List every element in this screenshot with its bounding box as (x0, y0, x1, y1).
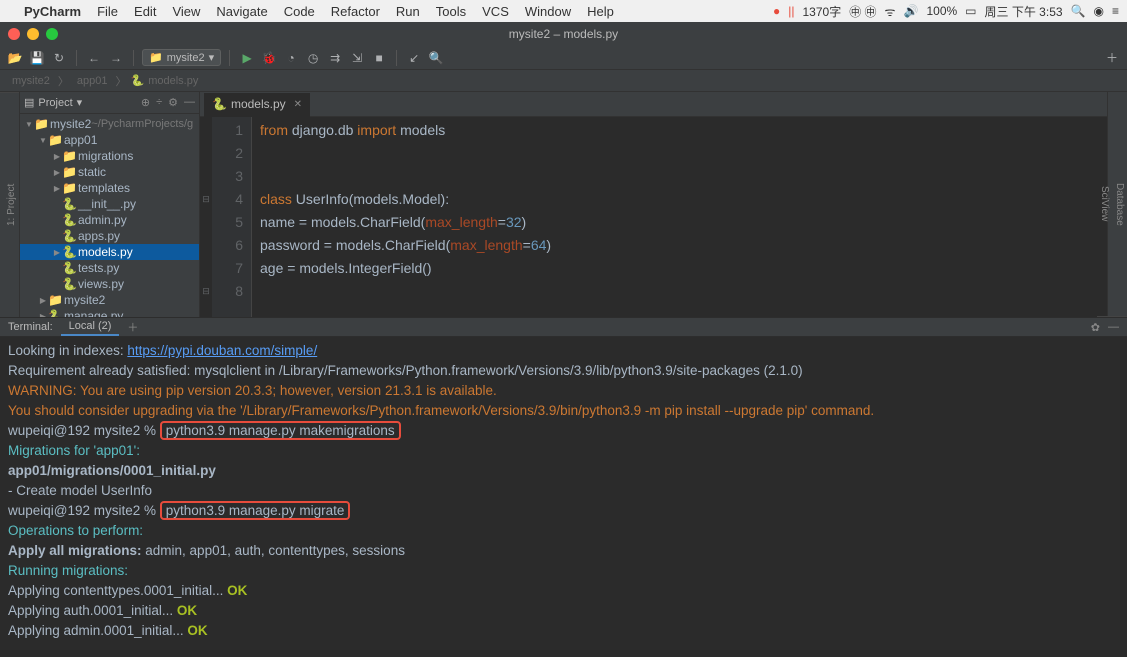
tree-item-managepy[interactable]: ▶🐍manage.py (20, 308, 199, 317)
tree-item-static[interactable]: ▶📁static (20, 164, 199, 180)
terminal-tab[interactable]: Local (2) (61, 318, 120, 336)
menu-edit[interactable]: Edit (134, 4, 156, 19)
run-icon[interactable]: ▶ (238, 49, 256, 67)
app-name[interactable]: PyCharm (24, 4, 81, 19)
window-titlebar: mysite2 – models.py (0, 22, 1127, 46)
project-sidebar: ▤Project ▾ ⊕ ÷ ⚙ — ▼📁mysite2 ~/PycharmPr… (20, 92, 200, 317)
breadcrumb-file[interactable]: models.py (148, 75, 198, 87)
project-tool-tab[interactable]: 1: Project (4, 92, 19, 317)
breadcrumb: mysite2〉 app01〉 🐍 models.py (0, 70, 1127, 92)
minimize-icon[interactable] (27, 28, 39, 40)
new-terminal-icon[interactable]: ＋ (127, 319, 138, 335)
menu-tools[interactable]: Tools (436, 4, 466, 19)
tree-item-viewspy[interactable]: 🐍views.py (20, 276, 199, 292)
close-tab-icon[interactable]: ✕ (294, 99, 302, 110)
code-area[interactable]: from django.db import models class UserI… (252, 117, 551, 317)
volume-icon[interactable]: 🔊 (904, 4, 919, 18)
cursor-icon (350, 503, 358, 519)
tab-models[interactable]: 🐍 models.py✕ (204, 93, 310, 117)
wifi-icon[interactable]: ᯤ (885, 3, 896, 20)
menu-window[interactable]: Window (525, 4, 571, 19)
tree-item-testspy[interactable]: 🐍tests.py (20, 260, 199, 276)
search-anywhere-icon[interactable]: 🔍 (427, 49, 445, 67)
hide-icon[interactable]: — (184, 96, 195, 109)
gear-icon[interactable]: ⚙ (168, 96, 178, 109)
collapse-icon[interactable]: ÷ (156, 96, 162, 109)
open-icon[interactable]: 📂 (6, 49, 24, 67)
status-ime-icon[interactable]: ㊥ ㊥ (849, 3, 876, 20)
editor-tabs: 🐍 models.py✕ (200, 92, 1107, 117)
run-config-selector[interactable]: 📁 mysite2 ▾ (142, 49, 221, 66)
menu-file[interactable]: File (97, 4, 118, 19)
window-title: mysite2 – models.py (509, 27, 618, 41)
breadcrumb-root[interactable]: mysite2 (12, 75, 50, 87)
tree-item-adminpy[interactable]: 🐍admin.py (20, 212, 199, 228)
line-gutter: 12345678 (212, 117, 252, 317)
zoom-icon[interactable] (46, 28, 58, 40)
forward-icon[interactable]: → (107, 49, 125, 67)
highlight-migrate: python3.9 manage.py migrate (160, 501, 351, 520)
pypi-link[interactable]: https://pypi.douban.com/simple/ (127, 343, 317, 358)
save-icon[interactable]: 💾 (28, 49, 46, 67)
menu-refactor[interactable]: Refactor (331, 4, 380, 19)
breadcrumb-folder[interactable]: app01 (77, 75, 108, 87)
plus-icon[interactable]: ＋ (1103, 49, 1121, 67)
left-tool-gutter: 1: Project 7: Structure (0, 92, 20, 317)
right-tool-gutter: Database SciView (1107, 92, 1127, 317)
tree-item-appspy[interactable]: 🐍apps.py (20, 228, 199, 244)
terminal-header: Terminal: Local (2) ＋ ✿ — (0, 317, 1127, 337)
terminal-gear-icon[interactable]: ✿ (1091, 321, 1100, 334)
concurrency-icon[interactable]: ⇉ (326, 49, 344, 67)
structure-tool-tab[interactable]: 7: Structure (0, 92, 4, 317)
close-icon[interactable] (8, 28, 20, 40)
macos-menubar: PyCharm File Edit View Navigate Code Ref… (0, 0, 1127, 22)
battery-pct: 100% (926, 4, 957, 18)
terminal-title: Terminal: (8, 321, 53, 333)
menu-view[interactable]: View (172, 4, 200, 19)
attach-icon[interactable]: ⇲ (348, 49, 366, 67)
menu-run[interactable]: Run (396, 4, 420, 19)
tree-item-initpy[interactable]: 🐍__init__.py (20, 196, 199, 212)
tree-item-migrations[interactable]: ▶📁migrations (20, 148, 199, 164)
stop-icon[interactable]: ■ (370, 49, 388, 67)
terminal-output[interactable]: Looking in indexes: https://pypi.douban.… (0, 337, 1127, 657)
vcs-icon[interactable]: ↙ (405, 49, 423, 67)
menu-code[interactable]: Code (284, 4, 315, 19)
battery-icon: ▭ (965, 4, 976, 18)
profile-icon[interactable]: ◷ (304, 49, 322, 67)
sync-icon[interactable]: ↻ (50, 49, 68, 67)
tree-item-modelspy[interactable]: ▶🐍models.py (20, 244, 199, 260)
traffic-lights (8, 28, 58, 40)
target-icon[interactable]: ⊕ (141, 96, 150, 109)
tree-item-app01[interactable]: ▼📁app01 (20, 132, 199, 148)
sidebar-title: ▤Project ▾ (24, 96, 82, 109)
control-center-icon[interactable]: ≡ (1112, 4, 1119, 18)
highlight-makemigrations: python3.9 manage.py makemigrations (160, 421, 401, 440)
spotlight-icon[interactable]: 🔍 (1071, 4, 1086, 18)
tree-item-mysite2[interactable]: ▶📁mysite2 (20, 292, 199, 308)
menu-vcs[interactable]: VCS (482, 4, 509, 19)
coverage-icon[interactable]: ◔ (282, 49, 300, 67)
main-toolbar: 📂 💾 ↻ ← → 📁 mysite2 ▾ ▶ 🐞 ◔ ◷ ⇉ ⇲ ■ ↙ 🔍 … (0, 46, 1127, 70)
sciview-tool-tab[interactable]: SciView (1097, 92, 1112, 317)
status-red-icon: ● (773, 4, 780, 18)
status-bars-icon: || (788, 4, 794, 18)
clock: 周三 下午 3:53 (985, 3, 1063, 20)
project-tree[interactable]: ▼📁mysite2 ~/PycharmProjects/g▼📁app01▶📁mi… (20, 114, 199, 317)
database-tool-tab[interactable]: Database (1112, 92, 1127, 317)
menu-help[interactable]: Help (587, 4, 614, 19)
terminal-hide-icon[interactable]: — (1108, 321, 1119, 334)
tree-item-templates[interactable]: ▶📁templates (20, 180, 199, 196)
status-chars: 1370字 (803, 3, 842, 20)
menu-navigate[interactable]: Navigate (216, 4, 267, 19)
debug-icon[interactable]: 🐞 (260, 49, 278, 67)
back-icon[interactable]: ← (85, 49, 103, 67)
siri-icon[interactable]: ◉ (1094, 4, 1104, 18)
editor-panel: 🐍 models.py✕ ⊟⊟ 12345678 from django.db … (200, 92, 1107, 317)
tree-item-mysite2[interactable]: ▼📁mysite2 ~/PycharmProjects/g (20, 116, 199, 132)
